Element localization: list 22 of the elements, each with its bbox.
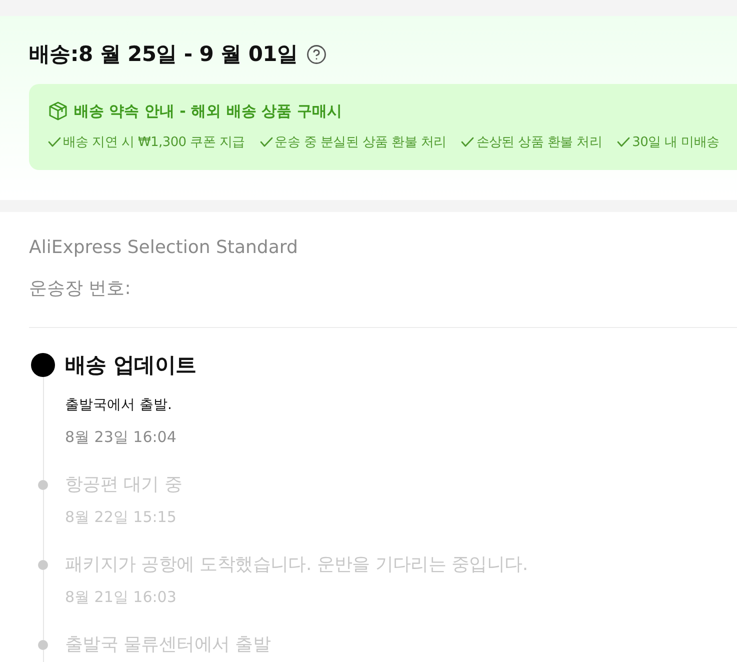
check-icon (461, 137, 474, 147)
tracking-number-label: 운송장 번호: (29, 277, 132, 301)
help-icon[interactable] (306, 44, 327, 64)
event-time: 8월 23일 16:04 (65, 427, 178, 448)
check-icon (260, 137, 273, 147)
promise-item: 손상된 상품 환불 처리 (476, 134, 602, 151)
package-icon (48, 101, 68, 121)
promise-item: 30일 내 미배송 (632, 134, 720, 151)
event-title: 패키지가 공항에 도착했습니다. 운반을 기다리는 중입니다. (65, 553, 529, 577)
event-detail: 출발국에서 출발. (65, 396, 173, 415)
check-icon (48, 137, 61, 147)
event-title: 출발국 물류센터에서 출발 (65, 633, 272, 657)
carrier-name: AliExpress Selection Standard (29, 236, 299, 260)
event-title: 항공편 대기 중 (65, 473, 184, 497)
promise-item: 운송 중 분실된 상품 환불 처리 (274, 134, 446, 151)
promise-title: 배송 약속 안내 - 해외 배송 상품 구매시 (74, 102, 342, 120)
event-time: 8월 22일 15:15 (65, 507, 178, 528)
delivery-date-title: 배송:8 월 25일 - 9 월 01일 (29, 41, 298, 68)
promise-item: 배송 지연 시 ₩1,300 쿠폰 지급 (63, 134, 245, 151)
event-time: 8월 21일 16:03 (65, 587, 178, 608)
event-title: 배송 업데이트 (65, 352, 198, 379)
check-icon (617, 137, 630, 147)
